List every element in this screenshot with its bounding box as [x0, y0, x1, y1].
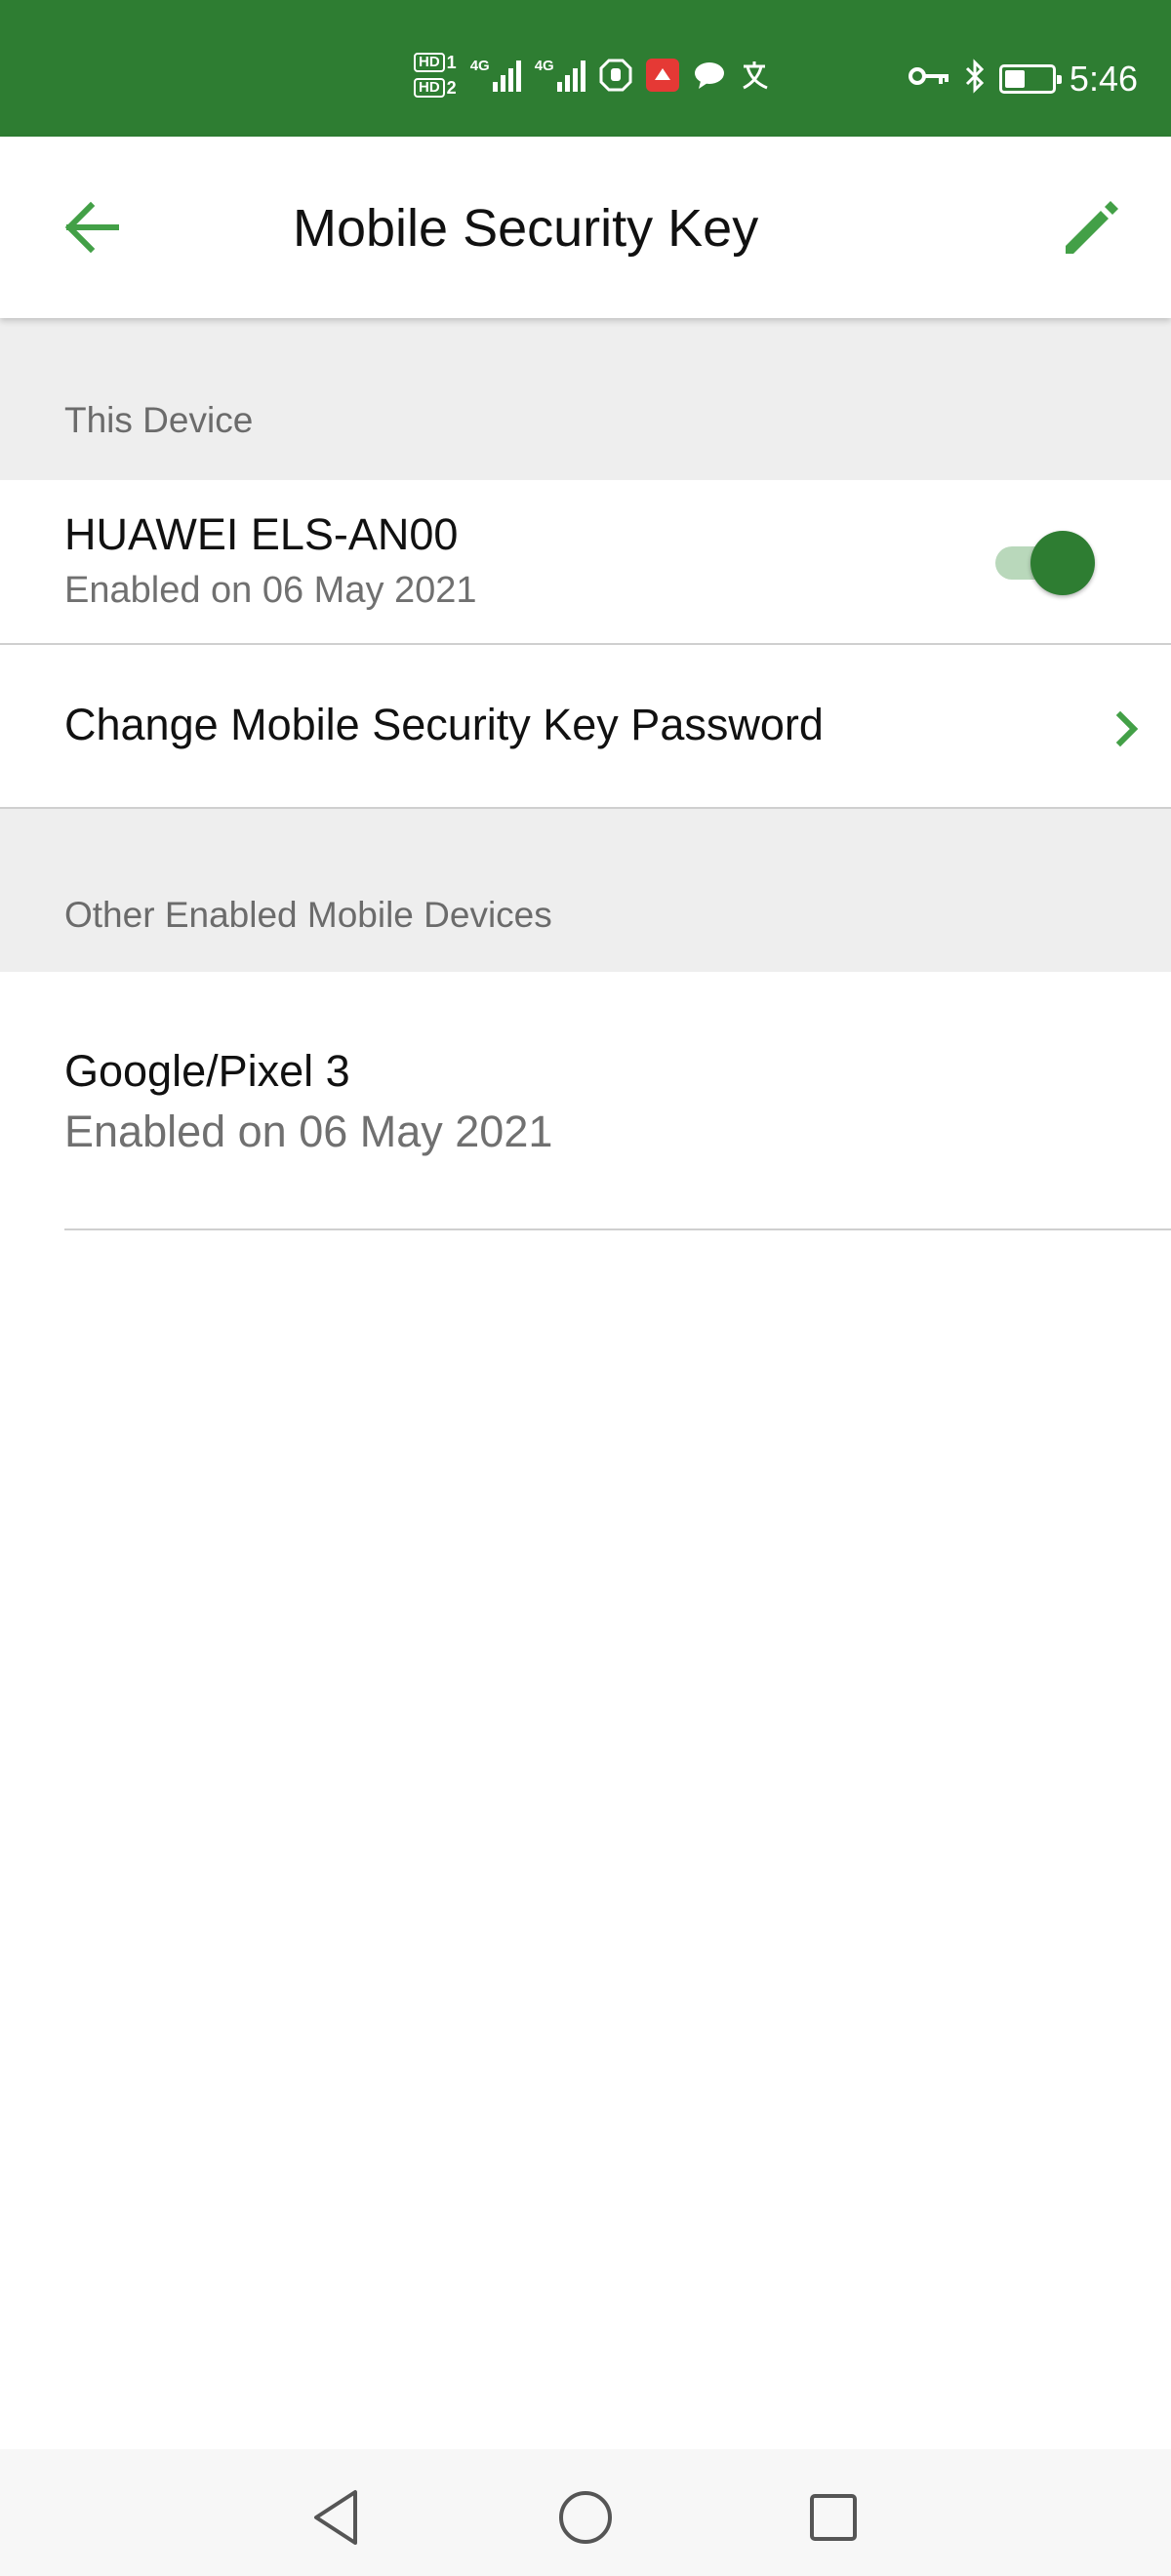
divider	[64, 1228, 1171, 1230]
home-circle-icon	[559, 2491, 612, 2544]
translate-icon	[740, 59, 773, 92]
system-navigation-bar	[0, 2449, 1171, 2576]
edit-button[interactable]	[1048, 183, 1136, 271]
hd-sim2-label: HD	[414, 78, 445, 98]
status-bar: HD 1 HD 2 4G 4G 5:46	[0, 0, 1171, 137]
network1-label: 4G	[469, 58, 490, 74]
hd-sim1-index: 1	[446, 53, 457, 72]
signal-4g-icon: 4G	[470, 59, 521, 92]
this-device-row: HUAWEI ELS-AN00 Enabled on 06 May 2021	[0, 480, 1171, 644]
page-title: Mobile Security Key	[293, 199, 759, 258]
battery-icon	[998, 63, 1062, 94]
chevron-right-icon	[1115, 710, 1139, 747]
section-title-other-devices: Other Enabled Mobile Devices	[64, 895, 552, 935]
status-icons-right: 5:46	[908, 59, 1138, 99]
app-notification-icon	[645, 59, 679, 92]
screen: HD 1 HD 2 4G 4G 5:46 Mobile Security Key…	[0, 0, 1171, 2576]
change-password-row[interactable]: Change Mobile Security Key Password	[0, 645, 1171, 807]
device-name: HUAWEI ELS-AN00	[64, 509, 459, 559]
other-device-name: Google/Pixel 3	[64, 1046, 350, 1096]
section-header-other-devices: Other Enabled Mobile Devices	[0, 809, 1171, 972]
section-title-this-device: This Device	[64, 400, 254, 440]
hd-sim-indicators: HD 1 HD 2	[414, 53, 457, 98]
device-enabled-date: Enabled on 06 May 2021	[64, 570, 477, 611]
hd-sim2-icon: HD 2	[414, 78, 457, 98]
back-triangle-icon	[314, 2490, 357, 2545]
hand-icon	[599, 59, 632, 92]
recents-square-icon	[810, 2494, 857, 2541]
other-device-enabled-date: Enabled on 06 May 2021	[64, 1107, 553, 1156]
nav-home-button[interactable]	[546, 2478, 625, 2556]
change-password-label: Change Mobile Security Key Password	[64, 700, 824, 749]
hd-sim2-index: 2	[446, 78, 457, 98]
app-bar: Mobile Security Key	[0, 137, 1171, 318]
nav-recents-button[interactable]	[794, 2478, 872, 2556]
status-time: 5:46	[1069, 58, 1138, 99]
device-enabled-toggle[interactable]	[988, 529, 1095, 595]
vpn-key-icon	[908, 64, 950, 93]
status-icons-left: HD 1 HD 2 4G 4G	[414, 53, 787, 98]
signal-4g-icon: 4G	[535, 59, 586, 92]
bluetooth-icon	[964, 59, 986, 99]
arrow-back-icon	[64, 201, 119, 254]
toggle-thumb	[1030, 531, 1095, 595]
back-button[interactable]	[47, 183, 135, 271]
network2-label: 4G	[534, 58, 554, 74]
nav-back-button[interactable]	[299, 2478, 377, 2556]
hd-sim1-label: HD	[414, 53, 445, 72]
chat-icon	[693, 59, 726, 92]
pencil-icon	[1066, 201, 1118, 254]
list-item: Google/Pixel 3 Enabled on 06 May 2021	[0, 972, 1171, 1229]
hd-sim1-icon: HD 1	[414, 53, 457, 72]
section-header-this-device: This Device	[0, 318, 1171, 480]
